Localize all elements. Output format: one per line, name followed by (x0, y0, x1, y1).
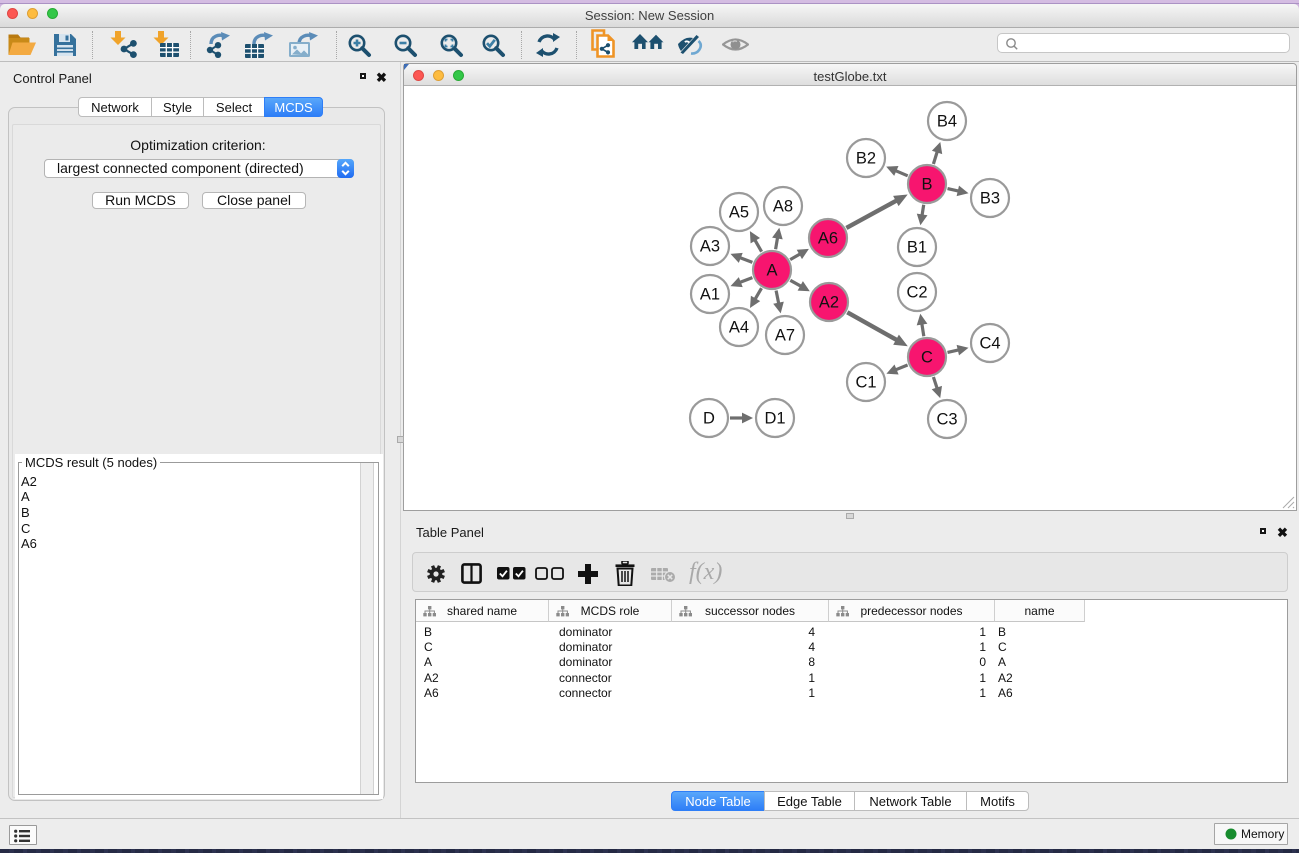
svg-text:C2: C2 (906, 284, 927, 302)
svg-text:C: C (921, 349, 933, 367)
svg-text:A5: A5 (729, 204, 749, 222)
svg-text:C3: C3 (936, 411, 957, 429)
svg-text:A: A (766, 262, 777, 280)
svg-text:B2: B2 (856, 150, 876, 168)
svg-text:A4: A4 (729, 319, 749, 337)
svg-text:A1: A1 (700, 286, 720, 304)
svg-text:C1: C1 (855, 374, 876, 392)
svg-text:A2: A2 (819, 294, 839, 312)
svg-text:A8: A8 (773, 198, 793, 216)
svg-text:D1: D1 (764, 410, 785, 428)
svg-text:B4: B4 (937, 113, 957, 131)
svg-text:B: B (921, 176, 932, 194)
svg-text:C4: C4 (979, 335, 1000, 353)
svg-text:B3: B3 (980, 190, 1000, 208)
svg-text:B1: B1 (907, 239, 927, 257)
svg-text:D: D (703, 410, 715, 428)
svg-text:A7: A7 (775, 327, 795, 345)
svg-text:A6: A6 (818, 230, 838, 248)
svg-text:A3: A3 (700, 238, 720, 256)
